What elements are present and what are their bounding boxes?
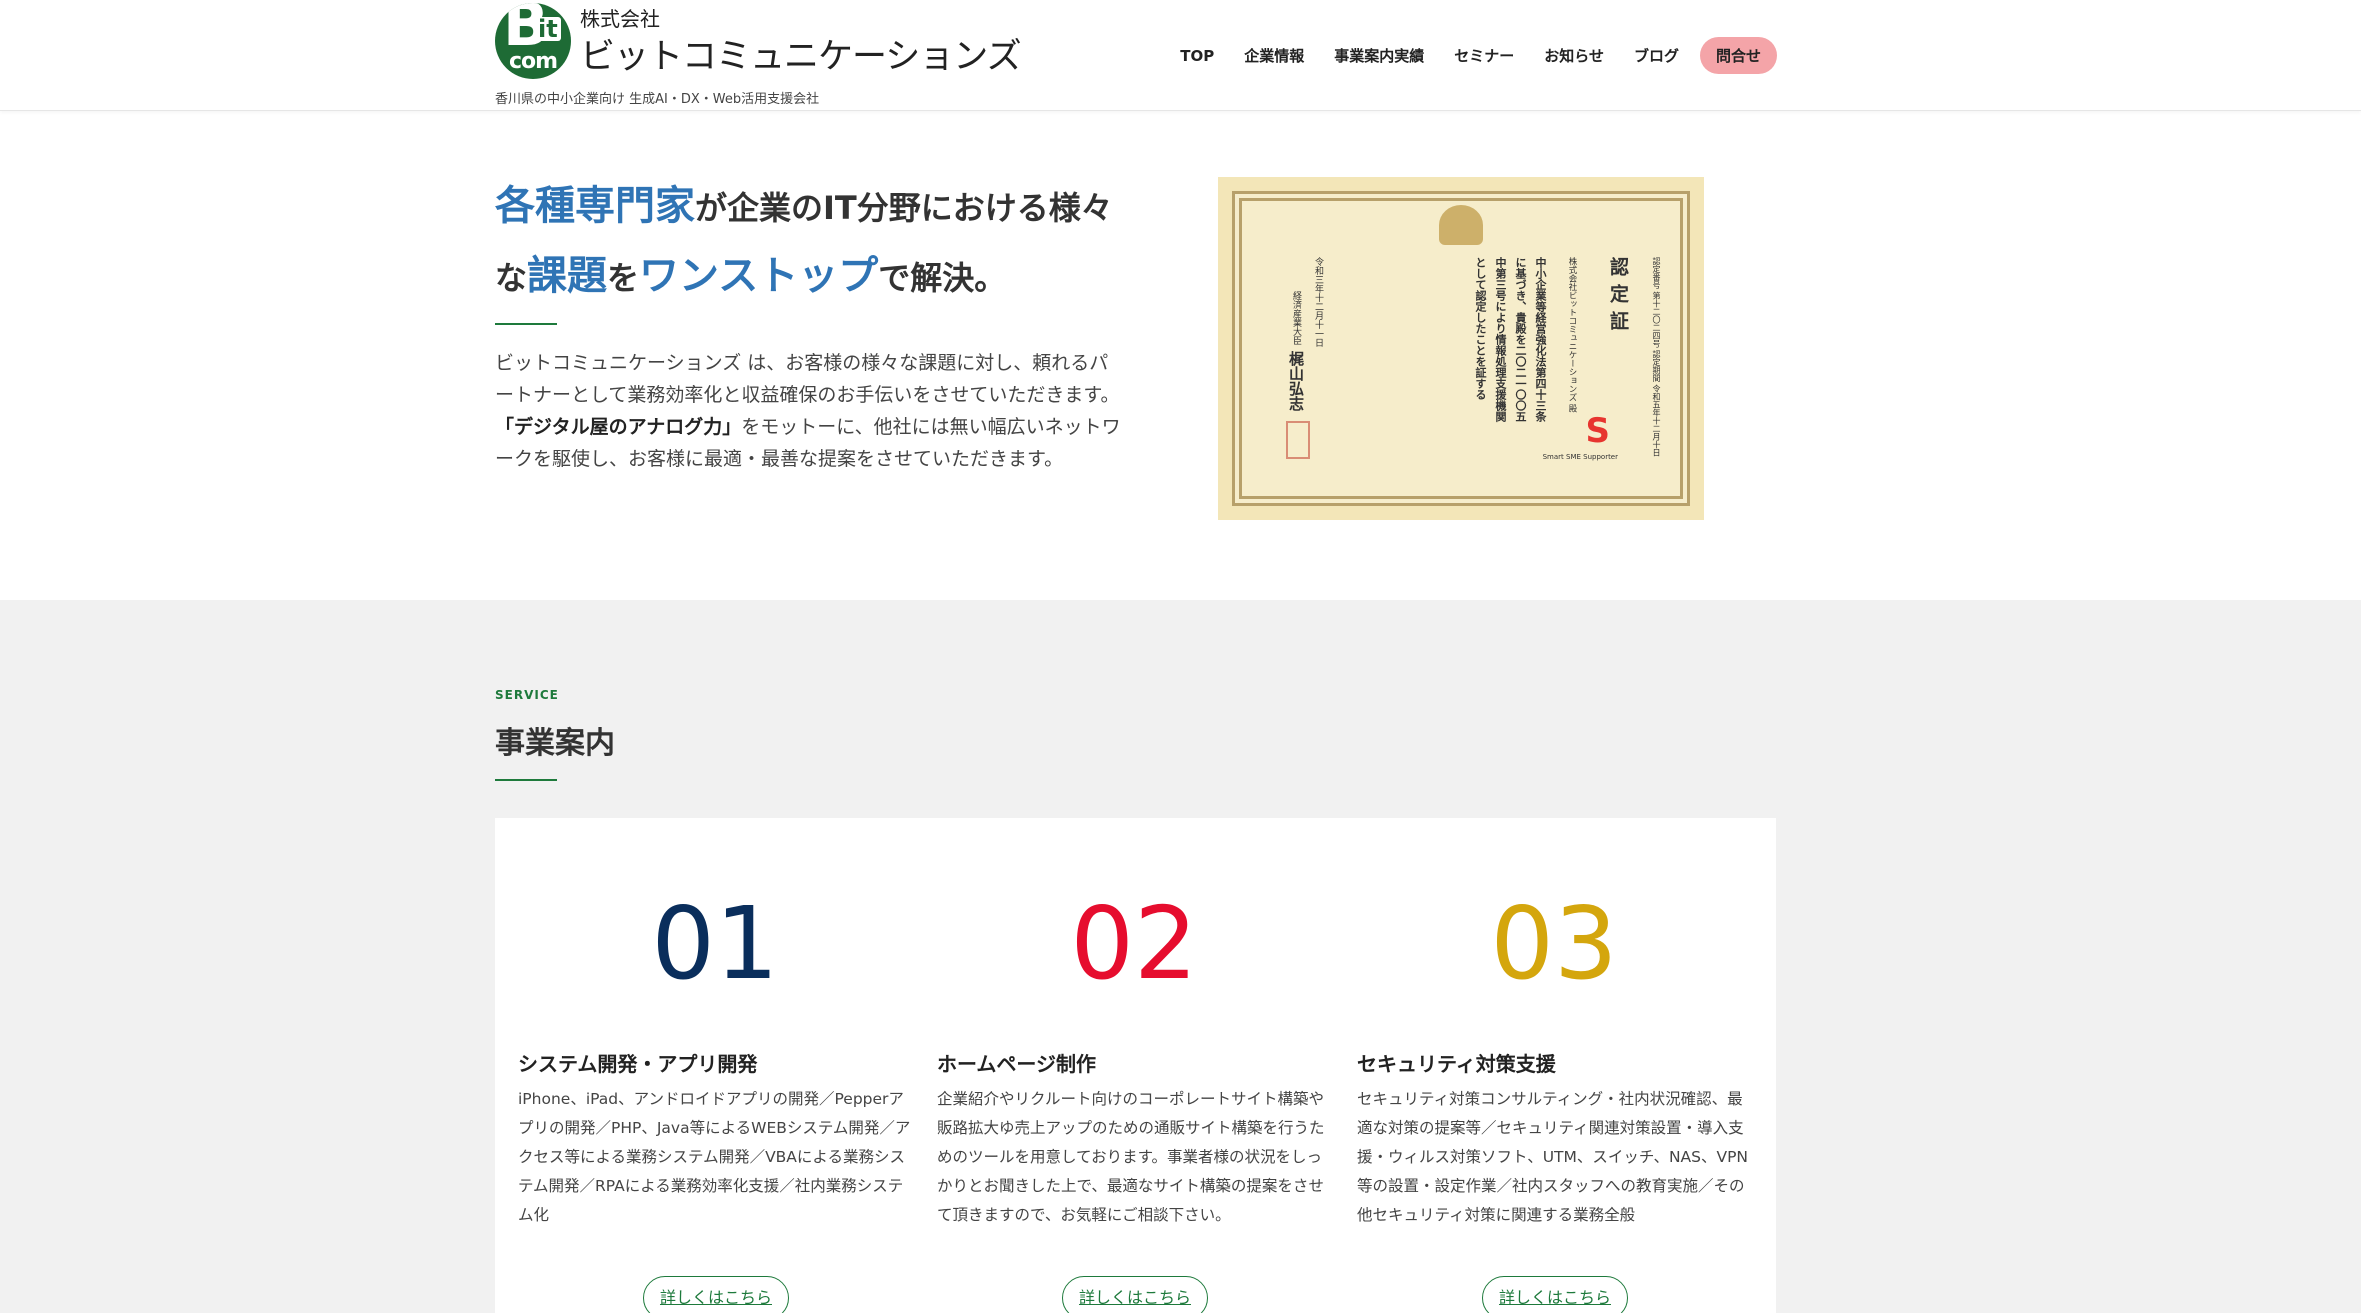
certificate-frame: 認定番号 第十二〇二四号 認定期間 令和五年十二月十日 認定証 株式会社ビットコ… bbox=[1232, 191, 1690, 506]
hero-desc-paragraph: ビットコミュニケーションズ は、お客様の様々な課題に対し、頼れるパートナーとして… bbox=[495, 352, 1120, 406]
hero-highlight-experts: 各種専門家 bbox=[495, 183, 695, 229]
hero-motto: 「デジタル屋のアナログ力」 bbox=[495, 416, 742, 438]
cert-signer: 梶山弘志 bbox=[1287, 351, 1305, 411]
nav-business-results[interactable]: 事業案内実績 bbox=[1319, 37, 1439, 74]
service-item-text: iPhone、iPad、アンドロイドアプリの開発／Pepperアプリの開発／PH… bbox=[518, 1090, 911, 1224]
cert-company: 株式会社ビットコミュニケーションズ 殿 bbox=[1567, 257, 1577, 413]
nav-blog[interactable]: ブログ bbox=[1619, 37, 1694, 74]
service-number: 03 bbox=[1490, 885, 1618, 1002]
hero-divider bbox=[495, 323, 557, 325]
company-logo[interactable]: B it com bbox=[495, 3, 571, 79]
service-label: SERVICE bbox=[495, 688, 559, 702]
certification-image: 認定番号 第十二〇二四号 認定期間 令和五年十二月十日 認定証 株式会社ビットコ… bbox=[1218, 177, 1704, 520]
logo-letter-com: com bbox=[509, 49, 558, 74]
nav-company-info[interactable]: 企業情報 bbox=[1229, 37, 1319, 74]
service-item-text: 企業紹介やリクルート向けのコーポレートサイト構築や販路拡大ゆ売上アップのための通… bbox=[937, 1090, 1325, 1224]
service-number: 01 bbox=[651, 885, 779, 1002]
main-nav: TOP 企業情報 事業案内実績 セミナー お知らせ ブログ 問合せ bbox=[1165, 37, 1777, 74]
hero-motto-paragraph: 「デジタル屋のアナログ力」をモットーに、他社には無い幅広いネットワークを駆使し、… bbox=[495, 411, 1125, 475]
contact-button[interactable]: 問合せ bbox=[1699, 37, 1777, 74]
nav-top[interactable]: TOP bbox=[1165, 39, 1229, 73]
logo-letter-it: it bbox=[535, 17, 561, 41]
nav-seminar[interactable]: セミナー bbox=[1439, 37, 1529, 74]
government-emblem-icon bbox=[1439, 205, 1483, 245]
service-item-title: セキュリティ対策支援 bbox=[1357, 1052, 1556, 1076]
hero-highlight-issues: 課題 bbox=[527, 253, 608, 299]
service-item-title: システム開発・アプリ開発 bbox=[518, 1052, 758, 1076]
cert-line-3: 中第三号により情報処理支援機関 bbox=[1494, 257, 1507, 422]
service-item-text: セキュリティ対策コンサルティング・社内状況確認、最適な対策の提案等／セキュリティ… bbox=[1357, 1090, 1749, 1224]
cert-title: 認定証 bbox=[1607, 257, 1629, 338]
details-button[interactable]: 詳しくはこちら bbox=[1062, 1276, 1208, 1313]
hero-description: ビットコミュニケーションズ は、お客様の様々な課題に対し、頼れるパートナーとして… bbox=[495, 347, 1125, 475]
details-button[interactable]: 詳しくはこちら bbox=[1482, 1276, 1628, 1313]
service-card: 01 システム開発・アプリ開発 iPhone、iPad、アンドロイドアプリの開発… bbox=[495, 818, 1776, 1313]
cert-line-4: として認定したことを証する bbox=[1474, 257, 1487, 400]
service-number: 02 bbox=[1070, 885, 1198, 1002]
site-tagline: 香川県の中小企業向け 生成AI・DX・Web活用支援会社 bbox=[495, 92, 820, 107]
cert-line-1: 中小企業等経営強化法第四十三条 bbox=[1534, 257, 1547, 422]
cert-number: 認定番号 第十二〇二四号 認定期間 令和五年十二月十日 bbox=[1652, 257, 1661, 457]
company-name[interactable]: ビットコミュニケーションズ bbox=[580, 28, 1022, 79]
cert-date: 令和三年十二月十一日 bbox=[1313, 257, 1323, 347]
hero-highlight-onestop: ワンストップ bbox=[639, 253, 879, 299]
official-seal-icon bbox=[1286, 421, 1310, 459]
cert-line-2: に基づき、貴殿を二〇二一〇〇五 bbox=[1514, 257, 1527, 422]
service-divider bbox=[495, 779, 557, 781]
smart-sme-supporter-text: Smart SME Supporter bbox=[1542, 453, 1618, 461]
hero-text-2: を bbox=[607, 259, 640, 297]
site-header: B it com 株式会社 ビットコミュニケーションズ 香川県の中小企業向け 生… bbox=[0, 0, 2361, 111]
smart-sme-supporter-logo: S bbox=[1585, 411, 1611, 451]
nav-news[interactable]: お知らせ bbox=[1529, 37, 1619, 74]
service-title: 事業案内 bbox=[495, 726, 615, 761]
hero-text-3: で解決。 bbox=[878, 259, 1007, 297]
cert-issuer: 経済産業大臣 bbox=[1291, 291, 1301, 345]
service-item-title: ホームページ制作 bbox=[937, 1052, 1096, 1076]
details-button[interactable]: 詳しくはこちら bbox=[643, 1276, 789, 1313]
hero-headline: 各種専門家が企業のIT分野における様々な課題をワンストップで解決。 bbox=[495, 172, 1135, 312]
